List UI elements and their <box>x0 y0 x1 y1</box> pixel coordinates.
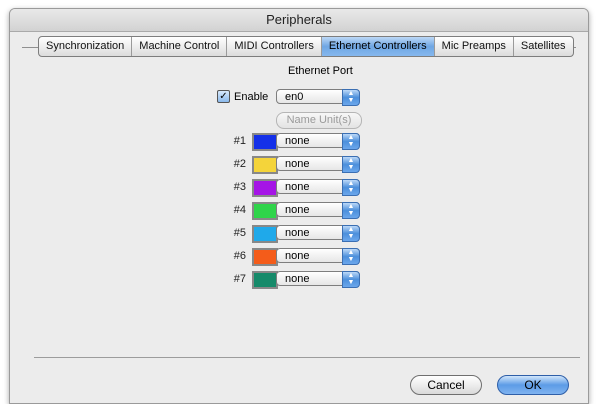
unit-number-label: #4 <box>233 204 246 216</box>
unit-controller-select[interactable]: none ▲ ▼ <box>276 133 360 150</box>
unit-number-label: #6 <box>233 250 246 262</box>
unit-number-label: #1 <box>233 135 246 147</box>
unit-controller-select[interactable]: none ▲ ▼ <box>276 225 360 242</box>
enable-label: Enable <box>234 90 269 103</box>
unit-controller-value: none <box>285 181 310 193</box>
tab-mic-preamps[interactable]: Mic Preamps <box>435 37 514 56</box>
unit-color-swatch[interactable] <box>252 202 278 220</box>
name-units-button[interactable]: Name Unit(s) <box>276 112 362 129</box>
tab-machine-control[interactable]: Machine Control <box>132 37 228 56</box>
unit-color-swatch[interactable] <box>252 179 278 197</box>
unit-number-label: #2 <box>233 158 246 170</box>
unit-controller-value: none <box>285 135 310 147</box>
unit-number-label: #5 <box>233 227 246 239</box>
unit-controller-value: none <box>285 227 310 239</box>
unit-color-swatch[interactable] <box>252 225 278 243</box>
window-title: Peripherals <box>10 9 588 32</box>
select-arrows-icon: ▲ ▼ <box>342 225 360 242</box>
enable-control[interactable]: ✓ Enable <box>217 90 268 103</box>
tab-midi-controllers[interactable]: MIDI Controllers <box>227 37 322 56</box>
ethernet-port-label: Ethernet Port <box>288 65 353 77</box>
unit-controller-value: none <box>285 158 310 170</box>
enable-checkbox[interactable]: ✓ <box>217 90 230 103</box>
ethernet-port-value: en0 <box>285 91 304 103</box>
select-arrows-icon: ▲ ▼ <box>342 156 360 173</box>
select-arrows-icon: ▲ ▼ <box>342 179 360 196</box>
unit-controller-select[interactable]: none ▲ ▼ <box>276 248 360 265</box>
unit-color-swatch[interactable] <box>252 271 278 289</box>
tab-ethernet-controllers[interactable]: Ethernet Controllers <box>321 37 435 56</box>
unit-color-swatch[interactable] <box>252 248 278 266</box>
ethernet-port-select[interactable]: en0 ▲ ▼ <box>276 89 360 106</box>
unit-controller-select[interactable]: none ▲ ▼ <box>276 202 360 219</box>
unit-controller-value: none <box>285 273 310 285</box>
unit-controller-select[interactable]: none ▲ ▼ <box>276 156 360 173</box>
peripherals-window: Peripherals Synchronization Machine Cont… <box>9 8 589 404</box>
unit-color-swatch[interactable] <box>252 133 278 151</box>
unit-controller-value: none <box>285 250 310 262</box>
unit-number-label: #7 <box>233 273 246 285</box>
ok-button[interactable]: OK <box>497 375 569 395</box>
cancel-button[interactable]: Cancel <box>410 375 482 395</box>
tab-bar: Synchronization Machine Control MIDI Con… <box>38 36 574 57</box>
unit-controller-value: none <box>285 204 310 216</box>
unit-number-label: #3 <box>233 181 246 193</box>
select-arrows-icon: ▲ ▼ <box>342 248 360 265</box>
select-arrows-icon: ▲ ▼ <box>342 89 360 106</box>
tab-satellites[interactable]: Satellites <box>514 37 573 56</box>
select-arrows-icon: ▲ ▼ <box>342 133 360 150</box>
select-arrows-icon: ▲ ▼ <box>342 202 360 219</box>
unit-controller-select[interactable]: none ▲ ▼ <box>276 271 360 288</box>
unit-color-swatch[interactable] <box>252 156 278 174</box>
select-arrows-icon: ▲ ▼ <box>342 271 360 288</box>
tab-synchronization[interactable]: Synchronization <box>39 37 133 56</box>
footer-divider <box>34 357 580 358</box>
unit-controller-select[interactable]: none ▲ ▼ <box>276 179 360 196</box>
